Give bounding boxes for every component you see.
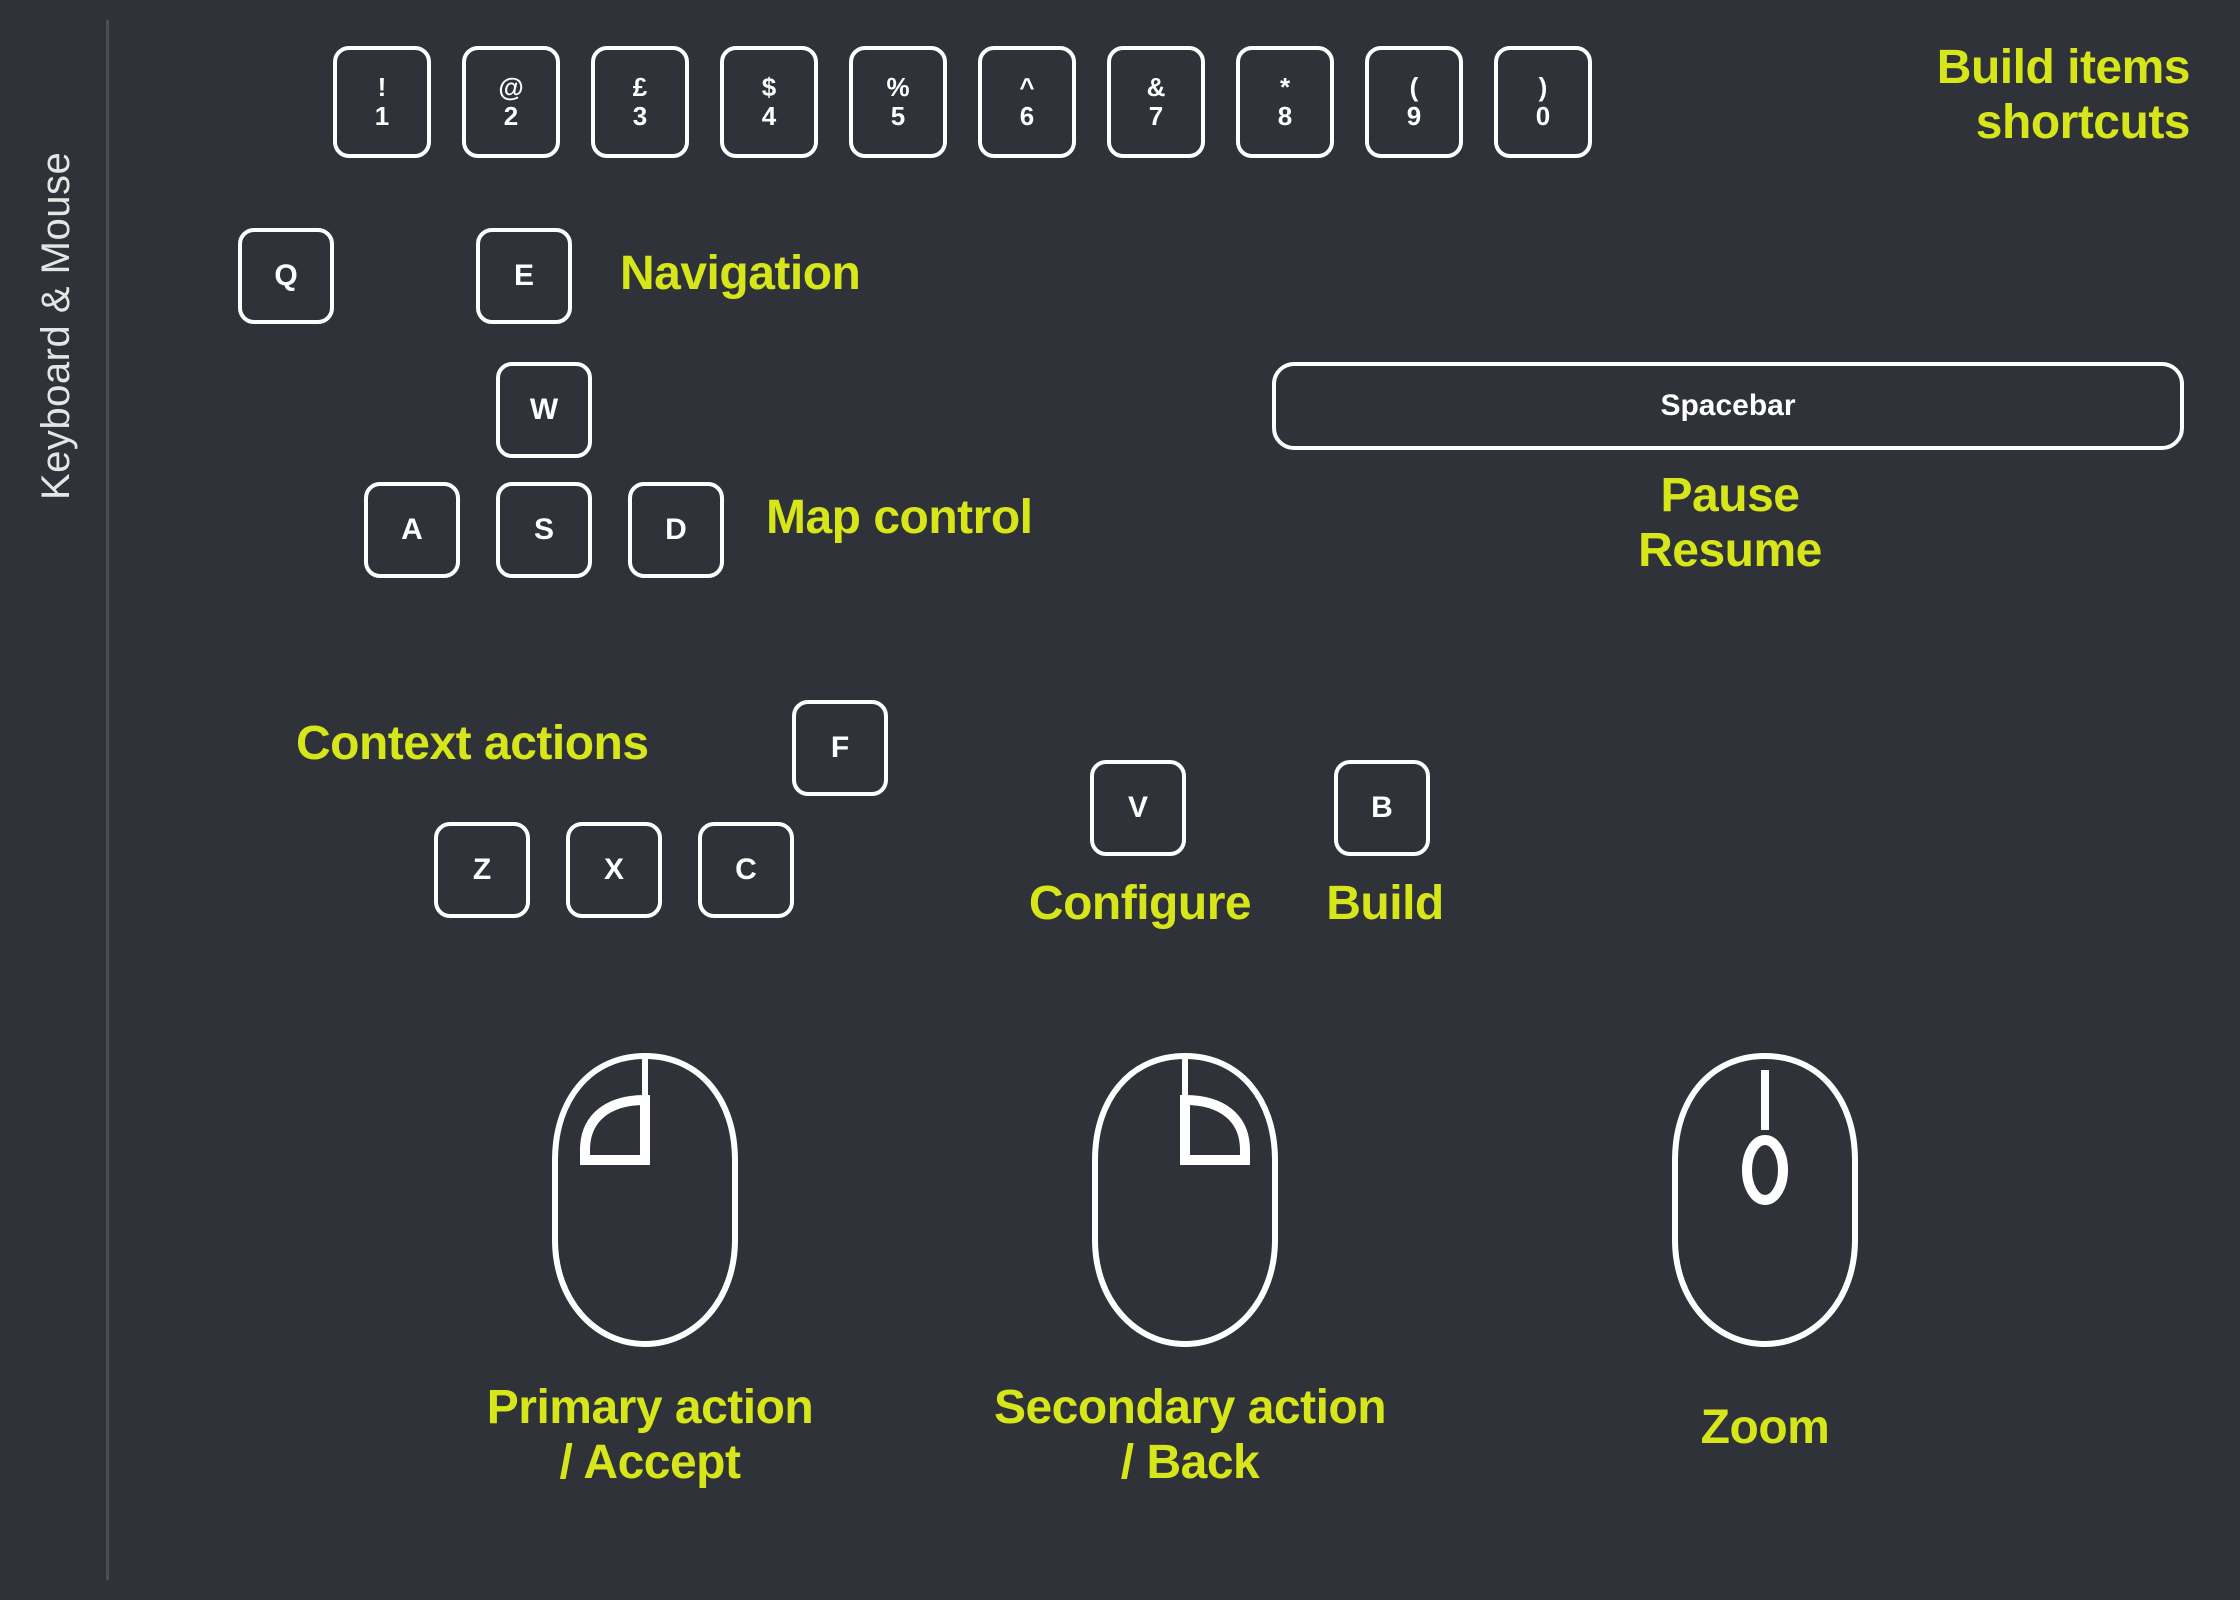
label-configure: Configure bbox=[1010, 876, 1270, 931]
key-lower: 1 bbox=[375, 102, 389, 131]
key-1: ! 1 bbox=[333, 46, 431, 158]
mouse-scroll-icon bbox=[1660, 1050, 1870, 1350]
key-4: $ 4 bbox=[720, 46, 818, 158]
key-lower: 2 bbox=[504, 102, 518, 131]
key-3: £ 3 bbox=[591, 46, 689, 158]
key-c: C bbox=[698, 822, 794, 918]
key-upper: % bbox=[886, 73, 909, 102]
label-line2: / Accept bbox=[560, 1436, 741, 1489]
key-upper: ) bbox=[1539, 73, 1548, 102]
key-lower: 6 bbox=[1020, 102, 1034, 131]
label-navigation: Navigation bbox=[620, 246, 860, 301]
label-primary-action: Primary action / Accept bbox=[400, 1380, 900, 1490]
label-build-shortcuts: Build items shortcuts bbox=[1670, 40, 2190, 150]
label-line2: Resume bbox=[1638, 524, 1822, 577]
key-upper: ! bbox=[378, 73, 387, 102]
key-z: Z bbox=[434, 822, 530, 918]
key-s: S bbox=[496, 482, 592, 578]
key-upper: & bbox=[1147, 73, 1166, 102]
label-line1: Secondary action bbox=[994, 1381, 1386, 1434]
key-upper: $ bbox=[762, 73, 776, 102]
mouse-right-click-icon bbox=[1080, 1050, 1290, 1350]
key-d: D bbox=[628, 482, 724, 578]
key-upper: £ bbox=[633, 73, 647, 102]
key-upper: ^ bbox=[1019, 73, 1034, 102]
key-6: ^ 6 bbox=[978, 46, 1076, 158]
key-q: Q bbox=[238, 228, 334, 324]
key-x: X bbox=[566, 822, 662, 918]
key-lower: 3 bbox=[633, 102, 647, 131]
label-line1: Pause bbox=[1661, 469, 1800, 522]
key-lower: 7 bbox=[1149, 102, 1163, 131]
label-line1: Build items bbox=[1937, 41, 2190, 94]
key-spacebar: Spacebar bbox=[1272, 362, 2184, 450]
label-build: Build bbox=[1300, 876, 1470, 931]
key-v: V bbox=[1090, 760, 1186, 856]
key-upper: * bbox=[1280, 73, 1290, 102]
key-lower: 8 bbox=[1278, 102, 1292, 131]
label-context-actions: Context actions bbox=[296, 716, 649, 771]
key-5: % 5 bbox=[849, 46, 947, 158]
label-line2: / Back bbox=[1121, 1436, 1259, 1489]
sidebar-divider bbox=[106, 20, 109, 1580]
key-b: B bbox=[1334, 760, 1430, 856]
key-a: A bbox=[364, 482, 460, 578]
key-2: @ 2 bbox=[462, 46, 560, 158]
label-zoom: Zoom bbox=[1660, 1400, 1870, 1455]
key-e: E bbox=[476, 228, 572, 324]
label-secondary-action: Secondary action / Back bbox=[930, 1380, 1450, 1490]
key-9: ( 9 bbox=[1365, 46, 1463, 158]
key-w: W bbox=[496, 362, 592, 458]
key-lower: 9 bbox=[1407, 102, 1421, 131]
label-pause-resume: Pause Resume bbox=[1560, 468, 1900, 578]
label-line2: shortcuts bbox=[1976, 96, 2190, 149]
key-lower: 0 bbox=[1536, 102, 1550, 131]
key-upper: ( bbox=[1410, 73, 1419, 102]
label-map-control: Map control bbox=[766, 490, 1033, 545]
label-line1: Primary action bbox=[487, 1381, 813, 1434]
key-lower: 4 bbox=[762, 102, 776, 131]
key-8: * 8 bbox=[1236, 46, 1334, 158]
key-7: & 7 bbox=[1107, 46, 1205, 158]
key-0: ) 0 bbox=[1494, 46, 1592, 158]
sidebar-title: Keyboard & Mouse bbox=[34, 152, 79, 500]
mouse-left-click-icon bbox=[540, 1050, 750, 1350]
key-f: F bbox=[792, 700, 888, 796]
key-upper: @ bbox=[498, 73, 523, 102]
key-lower: 5 bbox=[891, 102, 905, 131]
